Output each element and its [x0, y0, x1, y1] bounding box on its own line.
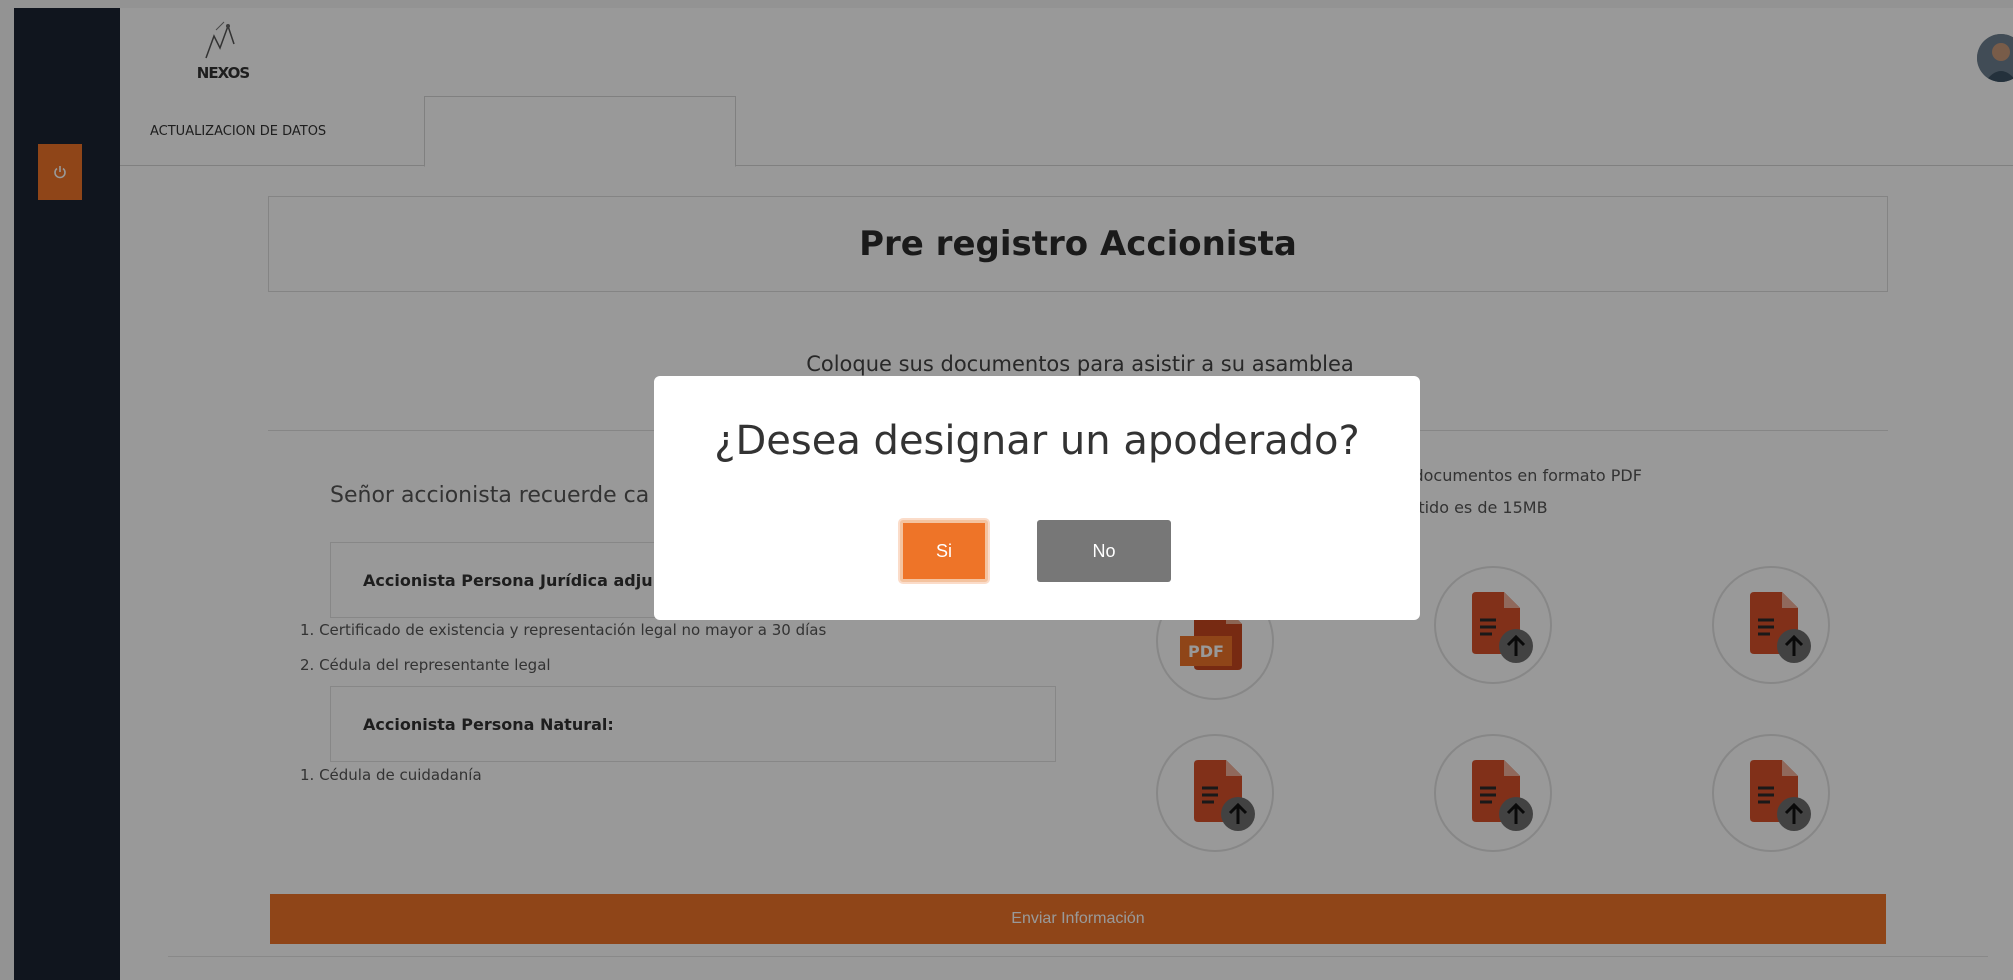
confirm-dialog: ¿Desea designar un apoderado? Si No — [654, 376, 1420, 620]
yes-button[interactable]: Si — [900, 520, 988, 582]
no-button[interactable]: No — [1037, 520, 1171, 582]
dialog-title: ¿Desea designar un apoderado? — [714, 418, 1360, 464]
